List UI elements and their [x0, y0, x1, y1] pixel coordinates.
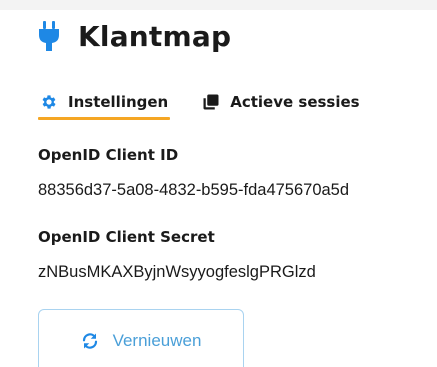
client-id-value: 88356d37-5a08-4832-b595-fda475670a5d — [38, 181, 350, 199]
client-secret-label: OpenID Client Secret — [38, 228, 215, 246]
client-secret-value: zNBusMKAXByjnWsyyogfeslgPRGlzd — [38, 263, 316, 281]
page: Klantmap Instellingen Actieve sessies Op… — [0, 0, 437, 367]
header: Klantmap — [38, 14, 231, 58]
tab-label: Actieve sessies — [230, 93, 360, 111]
tab-actieve-sessies[interactable]: Actieve sessies — [200, 88, 361, 116]
plug-icon — [38, 21, 60, 51]
top-bar — [0, 0, 437, 10]
tab-instellingen[interactable]: Instellingen — [38, 88, 171, 120]
refresh-button[interactable]: Vernieuwen — [38, 309, 244, 367]
page-title: Klantmap — [78, 19, 232, 53]
copy-icon — [202, 93, 220, 111]
tab-label: Instellingen — [68, 93, 169, 111]
tab-bar: Instellingen Actieve sessies — [38, 88, 362, 120]
client-id-label: OpenID Client ID — [38, 146, 179, 164]
gear-icon — [40, 93, 58, 111]
refresh-button-label: Vernieuwen — [112, 331, 202, 350]
refresh-icon — [81, 332, 99, 350]
